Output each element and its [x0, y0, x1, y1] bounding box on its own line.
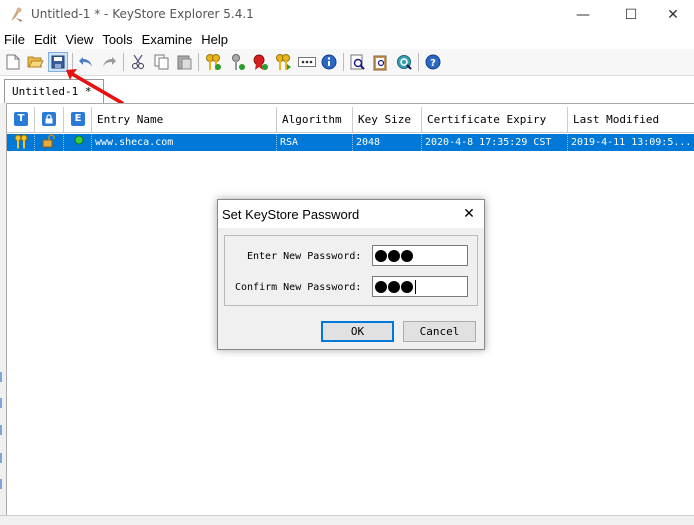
- dialog-title: Set KeyStore Password: [222, 207, 360, 222]
- left-edge-marker: [0, 372, 2, 382]
- confirm-password-field[interactable]: [372, 276, 468, 297]
- toolbar-separator: [198, 53, 199, 71]
- menu-tools[interactable]: Tools: [97, 30, 136, 49]
- menu-file[interactable]: File: [0, 30, 29, 49]
- window-title: Untitled-1 * - KeyStore Explorer 5.4.1: [31, 7, 254, 21]
- cell-algorithm: RSA: [277, 134, 353, 151]
- import-trusted-cert-icon[interactable]: [250, 52, 270, 72]
- copy-icon[interactable]: [151, 52, 171, 72]
- examine-ssl-icon[interactable]: [394, 52, 414, 72]
- column-header-certificate-expiry[interactable]: Certificate Expiry: [422, 107, 568, 133]
- paste-icon[interactable]: [174, 52, 194, 72]
- cell-entry-name: www.sheca.com: [92, 134, 277, 151]
- ok-button[interactable]: OK: [321, 321, 394, 342]
- column-header-last-modified[interactable]: Last Modified: [568, 107, 694, 133]
- new-password-label: Enter New Password:: [247, 251, 362, 262]
- column-header-type[interactable]: T: [7, 107, 35, 133]
- password-dot: [388, 280, 400, 293]
- table-header: T E Entry Name Algorithm Key Size Certif…: [7, 107, 694, 133]
- cell-last-modified: 2019-4-11 13:09:5...: [571, 137, 692, 148]
- keypair-icon: [7, 134, 35, 151]
- column-header-expiry-status[interactable]: E: [64, 107, 92, 133]
- generate-keypair-icon[interactable]: [203, 52, 223, 72]
- left-edge-marker: [0, 453, 2, 463]
- unlocked-icon: [35, 134, 64, 151]
- password-dot: [375, 249, 387, 262]
- valid-status-icon: [64, 134, 92, 151]
- maximize-button[interactable]: ☐: [608, 0, 654, 30]
- lock-column-icon: [42, 112, 56, 126]
- cancel-button[interactable]: Cancel: [403, 321, 476, 342]
- password-dot: [401, 249, 413, 262]
- password-dot: [401, 280, 413, 293]
- menu-bar: File Edit View Tools Examine Help: [0, 30, 694, 49]
- column-header-lock[interactable]: [35, 107, 64, 133]
- help-icon[interactable]: ?: [423, 52, 443, 72]
- password-panel: Enter New Password: Confirm New Password…: [224, 235, 478, 306]
- left-edge-marker: [0, 398, 2, 408]
- close-button[interactable]: ✕: [652, 0, 694, 30]
- password-dot: [375, 280, 387, 293]
- red-arrow-annotation: [66, 69, 124, 105]
- confirm-password-label: Confirm New Password:: [235, 282, 362, 293]
- text-caret: [415, 279, 416, 294]
- open-icon[interactable]: [25, 52, 45, 72]
- cell-certificate-expiry: 2020-4-8 17:35:29 CST: [422, 134, 568, 151]
- menu-examine[interactable]: Examine: [137, 30, 197, 49]
- examine-clipboard-icon[interactable]: [371, 52, 391, 72]
- toolbar-separator: [418, 53, 419, 71]
- properties-icon[interactable]: [319, 52, 339, 72]
- status-bar: [0, 515, 694, 525]
- set-password-icon[interactable]: [297, 52, 317, 72]
- table-row[interactable]: www.sheca.com RSA 2048 2020-4-8 17:35:29…: [7, 134, 694, 151]
- menu-view[interactable]: View: [60, 30, 97, 49]
- generate-secret-key-icon[interactable]: [227, 52, 247, 72]
- expiry-status-column-icon: E: [71, 112, 85, 126]
- svg-text:?: ?: [430, 58, 436, 69]
- new-password-field[interactable]: [372, 245, 468, 266]
- minimize-button[interactable]: —: [560, 0, 606, 30]
- examine-file-icon[interactable]: [348, 52, 368, 72]
- column-header-algorithm[interactable]: Algorithm: [277, 107, 353, 133]
- keystore-explorer-app-icon: [11, 7, 22, 22]
- column-header-key-size[interactable]: Key Size: [353, 107, 422, 133]
- import-keypair-icon[interactable]: [273, 52, 293, 72]
- dialog-close-button[interactable]: ✕: [458, 204, 480, 224]
- title-bar: Untitled-1 * - KeyStore Explorer 5.4.1 —…: [0, 0, 694, 30]
- menu-help[interactable]: Help: [196, 30, 232, 49]
- set-keystore-password-dialog: Set KeyStore Password ✕ Enter New Passwo…: [217, 199, 485, 350]
- type-column-icon: T: [14, 112, 28, 126]
- toolbar-separator: [343, 53, 344, 71]
- cell-key-size: 2048: [353, 134, 422, 151]
- left-edge-marker: [0, 425, 2, 435]
- menu-edit[interactable]: Edit: [29, 30, 60, 49]
- left-edge-marker: [0, 479, 2, 489]
- dialog-title-bar: Set KeyStore Password ✕: [218, 200, 484, 228]
- column-header-entry-name[interactable]: Entry Name: [92, 107, 277, 133]
- new-icon[interactable]: [3, 52, 23, 72]
- password-dot: [388, 249, 400, 262]
